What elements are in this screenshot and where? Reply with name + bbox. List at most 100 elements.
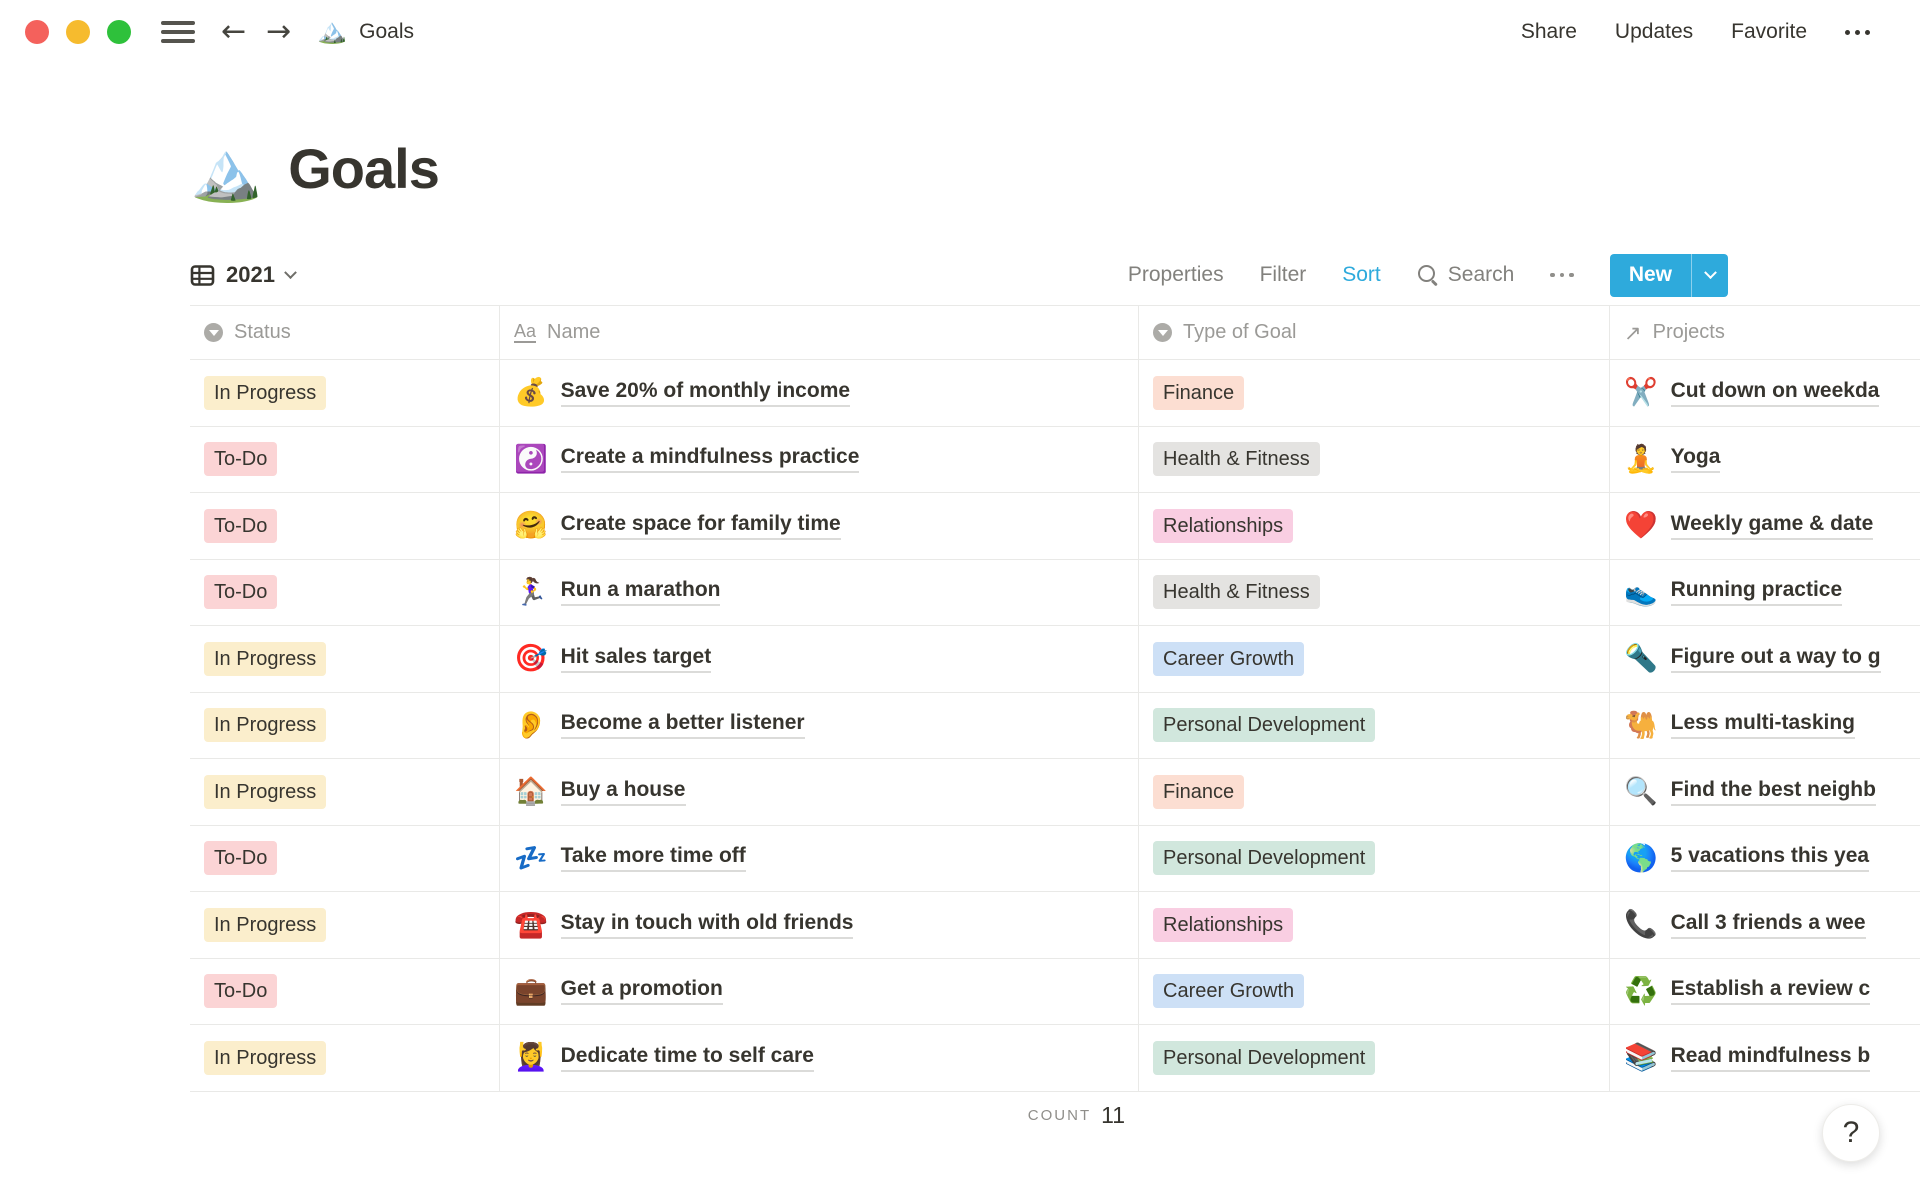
properties-button[interactable]: Properties	[1128, 263, 1224, 287]
type-of-goal-cell[interactable]: Finance	[1139, 360, 1610, 426]
sidebar-toggle-icon[interactable]	[161, 21, 195, 43]
status-cell[interactable]: In Progress	[190, 759, 500, 825]
project-cell[interactable]: 📞 Call 3 friends a wee	[1610, 892, 1920, 958]
name-cell[interactable]: 🤗 Create space for family time	[500, 493, 1139, 559]
type-of-goal-cell[interactable]: Personal Development	[1139, 825, 1610, 891]
type-of-goal-cell[interactable]: Relationships	[1139, 892, 1610, 958]
page-title[interactable]: Goals	[288, 136, 440, 201]
page-favicon-icon: 🏔️	[317, 18, 348, 45]
type-of-goal-cell[interactable]: Career Growth	[1139, 958, 1610, 1024]
status-cell[interactable]: To-Do	[190, 825, 500, 891]
project-emoji-icon: 📞	[1624, 909, 1658, 940]
status-cell[interactable]: To-Do	[190, 559, 500, 625]
status-cell[interactable]: To-Do	[190, 958, 500, 1024]
search-button[interactable]: Search	[1417, 263, 1514, 287]
new-button-label[interactable]: New	[1609, 253, 1691, 297]
column-label: Status	[234, 321, 291, 343]
project-cell[interactable]: ✂️ Cut down on weekda	[1610, 360, 1920, 426]
breadcrumb[interactable]: 🏔️ Goals	[317, 20, 414, 44]
sort-button[interactable]: Sort	[1342, 263, 1381, 287]
name-cell[interactable]: 💼 Get a promotion	[500, 958, 1139, 1024]
column-header-name[interactable]: Aa Name	[500, 306, 1139, 359]
chevron-down-icon	[1703, 265, 1717, 279]
type-of-goal-cell[interactable]: Relationships	[1139, 493, 1610, 559]
project-cell[interactable]: ♻️ Establish a review c	[1610, 959, 1920, 1025]
project-cell[interactable]: 🌎 5 vacations this yea	[1610, 826, 1920, 892]
view-tab-2021[interactable]: 2021	[190, 262, 297, 288]
status-cell[interactable]: In Progress	[190, 692, 500, 758]
project-cell[interactable]: 👟 Running practice	[1610, 560, 1920, 626]
name-cell[interactable]: ☎️ Stay in touch with old friends	[500, 892, 1139, 958]
name-cell[interactable]: 💆‍♀️ Dedicate time to self care	[500, 1025, 1139, 1091]
name-cell[interactable]: 🏃‍♀️ Run a marathon	[500, 559, 1139, 625]
table-body: In Progress 💰 Save 20% of monthly income…	[190, 360, 1920, 1092]
status-badge: In Progress	[204, 708, 327, 743]
name-cell[interactable]: 💰 Save 20% of monthly income	[500, 360, 1139, 426]
more-options-icon[interactable]	[1845, 29, 1870, 35]
type-of-goal-cell[interactable]: Personal Development	[1139, 1025, 1610, 1091]
table-row: To-Do ☯️ Create a mindfulness practice H…	[190, 426, 1920, 493]
type-of-goal-cell[interactable]: Career Growth	[1139, 626, 1610, 692]
project-cell[interactable]: 🐫 Less multi-tasking	[1610, 693, 1920, 759]
zoom-window-button[interactable]	[107, 20, 131, 44]
project-cell[interactable]: ❤️ Weekly game & date	[1610, 493, 1920, 559]
status-cell[interactable]: To-Do	[190, 493, 500, 559]
name-cell[interactable]: 🎯 Hit sales target	[500, 626, 1139, 692]
column-header-projects[interactable]: ↗ Projects	[1610, 306, 1920, 359]
name-cell[interactable]: ☯️ Create a mindfulness practice	[500, 426, 1139, 492]
favorite-button[interactable]: Favorite	[1731, 20, 1807, 44]
name-cell[interactable]: 🏠 Buy a house	[500, 759, 1139, 825]
project-name: 5 vacations this yea	[1670, 844, 1870, 873]
updates-button[interactable]: Updates	[1615, 20, 1693, 44]
page-icon[interactable]: 🏔️	[190, 143, 262, 201]
text-property-icon: Aa	[514, 321, 537, 344]
minimize-window-button[interactable]	[66, 20, 90, 44]
goal-emoji-icon: 💆‍♀️	[514, 1042, 548, 1073]
new-dropdown-button[interactable]	[1691, 253, 1728, 297]
column-header-type-of-goal[interactable]: Type of Goal	[1139, 306, 1610, 359]
column-label: Name	[547, 321, 601, 343]
share-button[interactable]: Share	[1521, 20, 1577, 44]
column-label: Projects	[1652, 321, 1725, 343]
type-badge: Relationships	[1153, 907, 1294, 942]
type-of-goal-cell[interactable]: Finance	[1139, 759, 1610, 825]
goal-name: Get a promotion	[560, 977, 723, 1006]
help-button[interactable]: ?	[1822, 1104, 1880, 1162]
name-cell[interactable]: 👂 Become a better listener	[500, 692, 1139, 758]
project-name: Read mindfulness b	[1670, 1044, 1871, 1072]
project-cell[interactable]: 🔦 Figure out a way to g	[1610, 626, 1920, 692]
type-badge: Health & Fitness	[1153, 575, 1320, 610]
project-name: Weekly game & date	[1670, 512, 1874, 540]
back-arrow-icon[interactable]: ←	[221, 17, 246, 47]
forward-arrow-icon[interactable]: →	[266, 17, 291, 47]
page-content: 🏔️ Goals 2021 Properties Filter Sort Sea…	[0, 136, 1920, 1140]
status-cell[interactable]: In Progress	[190, 892, 500, 958]
status-cell[interactable]: In Progress	[190, 360, 500, 426]
new-button[interactable]: New	[1609, 253, 1728, 297]
project-cell[interactable]: 📚 Read mindfulness b	[1610, 1025, 1920, 1091]
count-footer[interactable]: COUNT 11	[190, 1092, 1139, 1140]
status-cell[interactable]: To-Do	[190, 426, 500, 492]
table-view-icon	[190, 264, 215, 286]
status-badge: To-Do	[204, 575, 278, 610]
column-header-status[interactable]: Status	[190, 306, 500, 359]
table-row: In Progress 🏠 Buy a house Finance 🔍 Find…	[190, 759, 1920, 826]
project-name: Yoga	[1670, 445, 1721, 474]
project-name: Cut down on weekda	[1670, 379, 1880, 407]
type-of-goal-cell[interactable]: Health & Fitness	[1139, 426, 1610, 492]
select-property-icon	[1153, 323, 1172, 342]
name-cell[interactable]: 💤 Take more time off	[500, 825, 1139, 891]
view-more-options-icon[interactable]	[1550, 272, 1574, 278]
goal-emoji-icon: 💤	[514, 842, 548, 873]
goal-emoji-icon: ☎️	[514, 909, 548, 940]
status-cell[interactable]: In Progress	[190, 1025, 500, 1091]
filter-button[interactable]: Filter	[1260, 263, 1307, 287]
topbar-actions: Share Updates Favorite	[1521, 20, 1870, 44]
project-cell[interactable]: 🔍 Find the best neighb	[1610, 759, 1920, 825]
type-of-goal-cell[interactable]: Health & Fitness	[1139, 559, 1610, 625]
type-of-goal-cell[interactable]: Personal Development	[1139, 692, 1610, 758]
project-cell[interactable]: 🧘 Yoga	[1610, 427, 1920, 493]
status-cell[interactable]: In Progress	[190, 626, 500, 692]
close-window-button[interactable]	[25, 20, 49, 44]
table-row: In Progress 💰 Save 20% of monthly income…	[190, 360, 1920, 427]
